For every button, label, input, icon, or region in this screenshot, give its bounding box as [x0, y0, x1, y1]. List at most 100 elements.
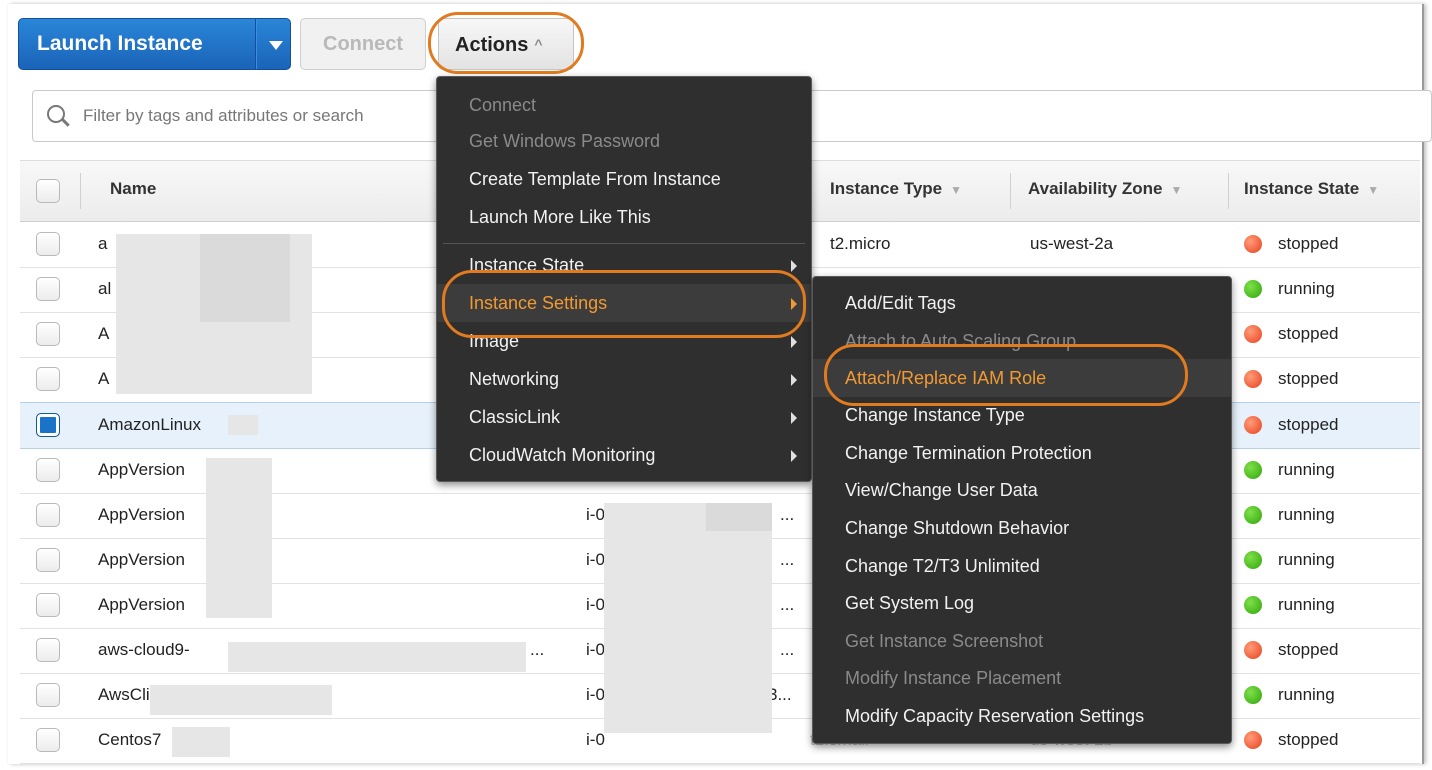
menu-item-change-termination-protection[interactable]: Change Termination Protection: [845, 443, 1092, 464]
ellipsis: ...: [780, 640, 795, 659]
status-running-icon: [1244, 506, 1262, 524]
instance-state: stopped: [1278, 640, 1339, 659]
instance-name: AmazonLinux: [98, 415, 202, 434]
ellipsis: ...: [780, 505, 795, 524]
triangle-right-icon: [791, 450, 797, 462]
column-divider: [1228, 173, 1229, 209]
status-stopped-icon: [1244, 416, 1262, 434]
row-checkbox[interactable]: [36, 548, 60, 572]
instance-state: running: [1278, 505, 1335, 524]
row-checkbox[interactable]: [36, 728, 60, 752]
status-running-icon: [1244, 461, 1262, 479]
annotation-circle-iam-role: [824, 344, 1188, 406]
instance-name: a: [98, 234, 108, 253]
instance-id: i-0: [586, 550, 605, 569]
instance-name: Centos7: [98, 730, 162, 749]
status-running-icon: [1244, 686, 1262, 704]
menu-item-cloudwatch[interactable]: CloudWatch Monitoring: [469, 445, 655, 466]
redacted-block: [228, 642, 526, 672]
menu-divider: [443, 243, 805, 244]
instance-type: t2.micro: [830, 234, 891, 253]
row-checkbox[interactable]: [36, 593, 60, 617]
instance-state: running: [1278, 279, 1335, 298]
row-checkbox[interactable]: [36, 232, 60, 256]
status-stopped-icon: [1244, 235, 1262, 253]
row-checkbox-checked[interactable]: [36, 413, 60, 437]
instance-state-label: Instance State: [1244, 179, 1360, 198]
menu-item-classiclink[interactable]: ClassicLink: [469, 407, 560, 428]
row-checkbox[interactable]: [36, 277, 60, 301]
redacted-block: [604, 503, 772, 733]
instance-name: A: [98, 369, 110, 388]
status-stopped-icon: [1244, 641, 1262, 659]
menu-item-get-system-log[interactable]: Get System Log: [845, 593, 974, 614]
annotation-circle-instance-settings: [442, 270, 806, 338]
row-checkbox[interactable]: [36, 503, 60, 527]
instance-name: AppVersion: [98, 550, 185, 569]
launch-split-divider: [255, 19, 257, 69]
instance-id: i-0: [586, 685, 605, 704]
ellipsis: ...: [780, 595, 795, 614]
menu-item-networking[interactable]: Networking: [469, 369, 559, 390]
status-stopped-icon: [1244, 325, 1262, 343]
instance-id: i-0: [586, 505, 605, 524]
availability-zone-label: Availability Zone: [1028, 179, 1163, 198]
instance-name: AppVersion: [98, 460, 185, 479]
menu-item-modify-capacity-reservation[interactable]: Modify Capacity Reservation Settings: [845, 706, 1144, 727]
magnifier-handle: [61, 118, 70, 127]
column-header-instance-state[interactable]: Instance State ▼: [1244, 179, 1379, 199]
instance-id: i-0: [586, 730, 605, 749]
menu-item-change-t2-t3-unlimited[interactable]: Change T2/T3 Unlimited: [845, 556, 1040, 577]
sort-icon: ▼: [1367, 183, 1380, 197]
caret-down-icon[interactable]: [269, 41, 283, 50]
menu-item-add-edit-tags[interactable]: Add/Edit Tags: [845, 293, 956, 314]
menu-item-get-instance-screenshot: Get Instance Screenshot: [845, 631, 1044, 651]
menu-item-modify-instance-placement: Modify Instance Placement: [845, 668, 1062, 688]
ellipsis: ...: [780, 550, 795, 569]
instance-state: running: [1278, 595, 1335, 614]
menu-item-change-instance-type[interactable]: Change Instance Type: [845, 405, 1025, 426]
status-running-icon: [1244, 551, 1262, 569]
instance-type-label: Instance Type: [830, 179, 943, 198]
instance-state: stopped: [1278, 369, 1339, 388]
menu-item-launch-more[interactable]: Launch More Like This: [469, 207, 651, 228]
triangle-right-icon: [791, 374, 797, 386]
column-header-availability-zone[interactable]: Availability Zone ▼: [1028, 179, 1182, 199]
instance-name: aws-cloud9-: [98, 640, 190, 659]
redacted-block: [150, 685, 332, 715]
row-checkbox[interactable]: [36, 638, 60, 662]
instance-state: stopped: [1278, 415, 1339, 434]
availability-zone: us-west-2a: [1030, 234, 1114, 253]
row-checkbox[interactable]: [36, 322, 60, 346]
ellipsis: ...: [530, 640, 545, 659]
column-header-name[interactable]: Name: [110, 179, 156, 199]
column-header-instance-type[interactable]: Instance Type ▼: [830, 179, 962, 199]
instance-name: al: [98, 279, 112, 298]
status-running-icon: [1244, 280, 1262, 298]
instance-id: i-0: [586, 640, 605, 659]
status-stopped-icon: [1244, 731, 1262, 749]
row-checkbox[interactable]: [36, 367, 60, 391]
menu-item-view-change-user-data[interactable]: View/Change User Data: [845, 480, 1038, 501]
redacted-block: [706, 503, 772, 531]
connect-button[interactable]: Connect: [300, 18, 426, 70]
sort-icon: ▼: [950, 183, 963, 197]
menu-item-get-windows-password: Get Windows Password: [469, 131, 661, 151]
menu-item-create-template[interactable]: Create Template From Instance: [469, 169, 721, 190]
menu-item-change-shutdown-behavior[interactable]: Change Shutdown Behavior: [845, 518, 1069, 539]
column-divider: [80, 173, 81, 209]
instance-name: AwsCli: [98, 685, 150, 704]
instance-name: A: [98, 324, 110, 343]
instance-state: stopped: [1278, 730, 1339, 749]
select-all-checkbox[interactable]: [36, 179, 60, 203]
instance-state: running: [1278, 685, 1335, 704]
redacted-block: [206, 458, 272, 618]
instance-state: running: [1278, 550, 1335, 569]
row-checkbox[interactable]: [36, 458, 60, 482]
status-running-icon: [1244, 596, 1262, 614]
row-checkbox[interactable]: [36, 683, 60, 707]
menu-item-connect: Connect: [469, 95, 537, 115]
launch-instance-button[interactable]: Launch Instance: [18, 18, 291, 70]
triangle-right-icon: [791, 412, 797, 424]
launch-instance-label: Launch Instance: [37, 32, 203, 55]
